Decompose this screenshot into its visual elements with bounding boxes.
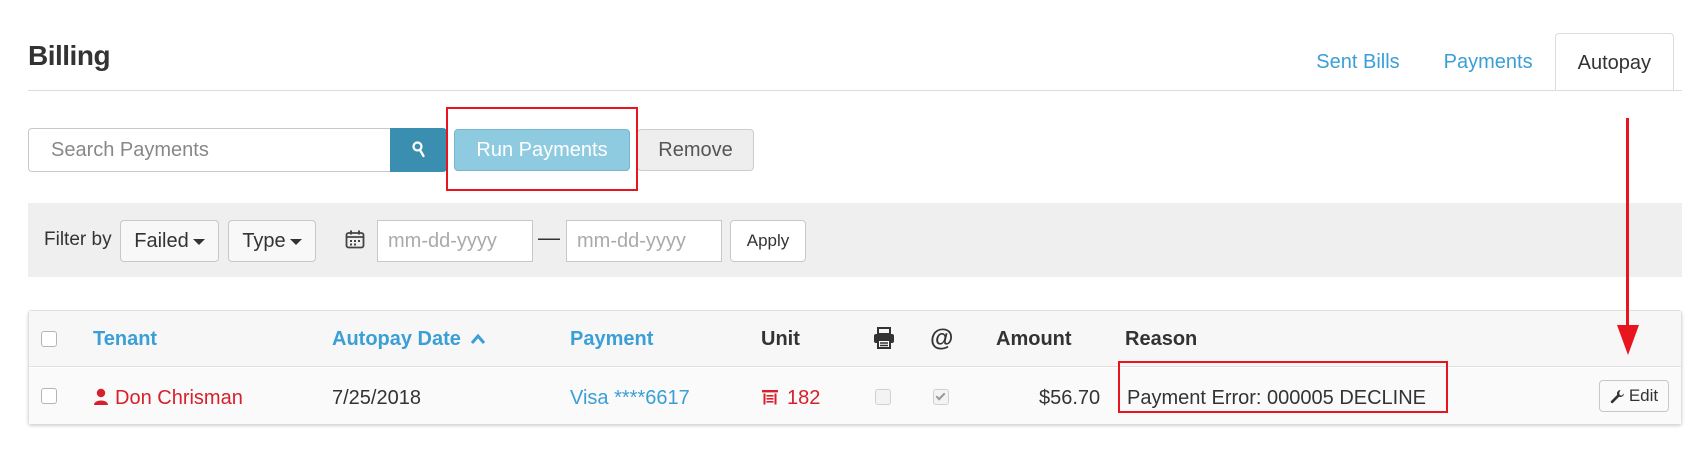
tab-payments[interactable]: Payments [1422,33,1555,91]
page-title: Billing [28,40,111,71]
header-divider [28,90,1682,91]
payment-method-link[interactable]: Visa ****6617 [570,387,690,410]
sort-ascending-icon [471,333,486,344]
building-icon [762,390,778,405]
amount-value: $56.70 [1039,387,1101,409]
run-payments-button[interactable]: Run Payments [454,129,630,171]
edit-button[interactable]: Edit [1599,380,1669,412]
email-checkbox [933,389,949,405]
annotation-arrow-line [1626,118,1629,328]
column-header-tenant[interactable]: Tenant [93,328,157,351]
column-header-reason: Reason [1125,328,1198,350]
tenant-name: Don Chrisman [115,387,243,409]
search-input[interactable] [28,128,390,172]
unit-number: 182 [787,387,821,409]
status-filter-dropdown[interactable]: Failed [120,220,219,262]
date-from-input[interactable] [377,220,533,262]
unit-link[interactable]: 182 [761,387,820,410]
billing-tabs: Sent Bills Payments Autopay [1294,33,1686,91]
search-button[interactable] [390,128,447,172]
date-to-input[interactable] [566,220,722,262]
column-header-autopay-date-label: Autopay Date [332,328,461,350]
calendar-icon [345,230,365,249]
status-filter-value: Failed [134,229,189,252]
column-header-email: @ [930,325,954,352]
column-header-payment[interactable]: Payment [570,328,653,351]
reason-value: Payment Error: 000005 DECLINE [1127,387,1427,409]
column-header-amount: Amount [996,328,1072,350]
tab-autopay[interactable]: Autopay [1554,33,1674,91]
tenant-link[interactable]: Don Chrisman [93,387,243,410]
table-header: Tenant Autopay Date Payment Unit @ Amoun… [29,311,1681,367]
type-filter-value: Type [242,229,286,252]
remove-button[interactable]: Remove [637,129,754,171]
user-icon [94,388,108,405]
column-header-unit: Unit [761,328,800,350]
date-range-separator: — [538,225,560,250]
chevron-down-icon [289,239,302,245]
search-group [28,128,447,172]
annotation-arrow-head [1617,325,1639,355]
chevron-down-icon [192,239,205,245]
filter-bar: Filter by Failed Type — Apply [28,203,1682,277]
wrench-icon [1610,389,1624,403]
row-select-checkbox[interactable] [41,388,57,404]
autopay-table: Tenant Autopay Date Payment Unit @ Amoun… [28,310,1682,424]
filter-label: Filter by [44,229,112,250]
printer-icon [874,327,894,349]
edit-button-label: Edit [1628,386,1659,405]
tab-sent-bills[interactable]: Sent Bills [1294,33,1421,91]
select-all-checkbox[interactable] [41,331,57,347]
print-checkbox [875,389,891,405]
apply-filter-button[interactable]: Apply [730,220,806,262]
autopay-date-value: 7/25/2018 [332,387,421,409]
table-row: Don Chrisman 7/25/2018 Visa ****6617 182… [29,368,1681,424]
search-icon [411,141,425,158]
column-header-autopay-date[interactable]: Autopay Date [332,328,486,351]
type-filter-dropdown[interactable]: Type [228,220,316,262]
